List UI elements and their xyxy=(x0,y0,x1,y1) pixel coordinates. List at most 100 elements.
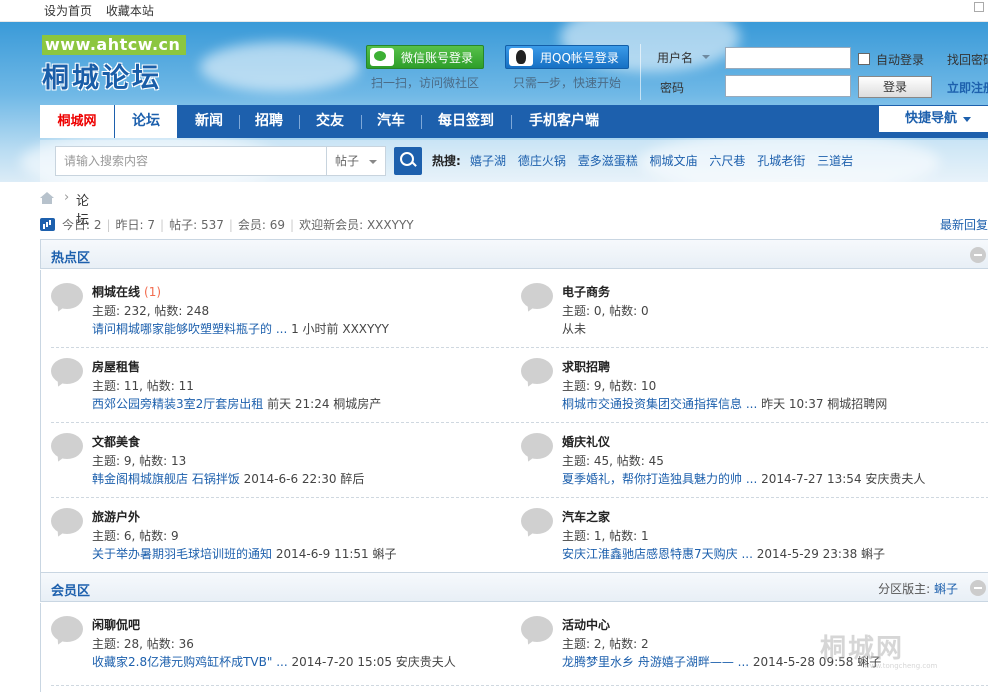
hot-search-link[interactable]: 六尺巷 xyxy=(709,154,745,168)
forum-item: 求职招聘 主题: 9, 帖数: 10 桐城市交通投资集团交通指挥信息 ... 昨… xyxy=(511,347,981,422)
forum-name[interactable]: 闲聊侃吧 xyxy=(92,616,144,633)
find-password-link[interactable]: 找回密码 xyxy=(947,51,988,68)
moderator-label: 分区版主: xyxy=(878,582,934,596)
nav-item-dating[interactable]: 交友 xyxy=(300,105,360,138)
hot-search-link[interactable]: 三道岩 xyxy=(817,154,853,168)
section-title[interactable]: 会员区 xyxy=(51,580,90,599)
stat-yesterday: 昨日: 7 xyxy=(115,218,156,232)
search-icon[interactable] xyxy=(394,147,422,175)
last-post-link[interactable]: 西郊公园旁精装3室2厅套房出租 xyxy=(92,397,263,411)
forum-name[interactable]: 房屋租售 xyxy=(92,358,144,375)
forum-last-post: 请问桐城哪家能够吹塑塑料瓶子的 ... 1 小时前 XXXYYY xyxy=(92,320,389,337)
hot-search-link[interactable]: 德庄火锅 xyxy=(518,154,566,168)
home-icon[interactable] xyxy=(40,192,54,204)
bookmark-link[interactable]: 收藏本站 xyxy=(106,4,154,18)
auto-login-checkbox[interactable] xyxy=(858,53,870,65)
forum-stats: 今日: 2 | 昨日: 7 | 帖子: 537 | 会员: 69 | 欢迎新会员: XXXYYY… xyxy=(40,216,988,232)
nav-item-home[interactable]: 桐城网 xyxy=(40,105,114,138)
stats-bars-icon xyxy=(40,218,55,231)
username-label-text: 用户名 xyxy=(657,51,694,65)
forum-counts: 主题: 9, 帖数: 10 xyxy=(562,379,657,393)
collapse-icon[interactable] xyxy=(970,247,986,263)
forum-name-text: 活动中心 xyxy=(562,618,611,632)
qq-login-button[interactable]: 用QQ帐号登录 xyxy=(505,45,629,69)
forum-item: 文都美食 主题: 9, 帖数: 13 韩金阁桐城旗舰店 石锅拌饭 2014-6-… xyxy=(41,422,511,497)
forum-name-text: 文都美食 xyxy=(92,435,141,449)
logo-title[interactable]: 桐城论坛 xyxy=(42,56,162,95)
last-post-link[interactable]: 安庆江淮鑫驰店感恩特惠7天购庆 ... xyxy=(562,547,753,561)
last-post-link[interactable]: 夏季婚礼，帮你打造独具魅力的帅 ... xyxy=(562,472,757,486)
forum-counts: 主题: 0, 帖数: 0 xyxy=(562,304,649,318)
hot-search-link[interactable]: 桐城文庙 xyxy=(650,154,698,168)
search-input[interactable]: 请输入搜索内容 xyxy=(55,146,327,176)
forum-name[interactable]: 活动中心 xyxy=(562,616,614,633)
forum-item: 汽车之家 主题: 1, 帖数: 1 安庆江淮鑫驰店感恩特惠7天购庆 ... 20… xyxy=(511,497,981,572)
password-label: 密码 xyxy=(660,81,685,95)
stat-members: 会员: 69 xyxy=(237,218,286,232)
last-post-meta: 2014-7-27 13:54 安庆贵夫人 xyxy=(757,472,926,486)
last-post-link[interactable]: 关于举办暑期羽毛球培训班的通知 xyxy=(92,547,272,561)
last-post-meta: 2014-6-9 11:51 蝌子 xyxy=(272,547,397,561)
hot-search-link[interactable]: 壹多滋蛋糕 xyxy=(578,154,638,168)
last-post-link[interactable]: 桐城市交通投资集团交通指挥信息 ... xyxy=(562,397,757,411)
nav-item-mobile-app[interactable]: 手机客户端 xyxy=(512,105,616,138)
forum-name[interactable]: 文都美食 xyxy=(92,433,144,450)
forum-bubble-icon xyxy=(51,358,83,384)
forum-name[interactable]: 汽车之家 xyxy=(562,508,614,525)
forum-item: 电子商务 主题: 0, 帖数: 0 从未 xyxy=(511,272,981,347)
username-label[interactable]: 用户名 xyxy=(657,49,710,66)
forum-name[interactable]: 求职招聘 xyxy=(562,358,614,375)
last-post-meta: 2014-7-20 15:05 安庆贵夫人 xyxy=(287,655,456,669)
watermark-url: www.tongcheng.com xyxy=(864,662,938,670)
stat-welcome[interactable]: 欢迎新会员: XXXYYY xyxy=(299,218,414,232)
forum-bubble-icon xyxy=(51,433,83,459)
latest-replies-link[interactable]: 最新回复 xyxy=(940,216,988,233)
forum-last-post: 西郊公园旁精装3室2厅套房出租 前天 21:24 桐城房产 xyxy=(92,395,381,412)
nav-item-news[interactable]: 新闻 xyxy=(180,105,238,138)
forum-bubble-icon xyxy=(521,508,553,534)
last-post-link[interactable]: 请问桐城哪家能够吹塑塑料瓶子的 ... xyxy=(92,322,287,336)
forum-name[interactable]: 电子商务 xyxy=(562,283,614,300)
nav-item-cars[interactable]: 汽车 xyxy=(362,105,420,138)
quick-nav-button[interactable]: 快捷导航 xyxy=(879,106,988,132)
hot-search-link[interactable]: 嬉子湖 xyxy=(470,154,506,168)
last-post-link[interactable]: 收藏家2.8亿港元购鸡缸杯成TVB" ... xyxy=(92,655,288,669)
last-post-meta: 2014-5-29 23:38 蝌子 xyxy=(752,547,886,561)
nav-item-checkin[interactable]: 每日签到 xyxy=(422,105,510,138)
login-button[interactable]: 登录 xyxy=(858,76,932,98)
wechat-login-hint[interactable]: 扫一扫，访问微社区 xyxy=(371,74,479,91)
forum-name[interactable]: 婚庆礼仪 xyxy=(562,433,614,450)
last-post-link[interactable]: 龙腾梦里水乡 舟游嬉子湖畔—— ... xyxy=(562,655,749,669)
search-type-select[interactable]: 帖子 xyxy=(326,146,386,176)
site-watermark: 桐城网 www.tongcheng.com xyxy=(820,628,937,670)
forum-bubble-icon xyxy=(521,358,553,384)
hot-search-link[interactable]: 孔城老街 xyxy=(757,154,805,168)
watermark-name: 桐城网 xyxy=(820,634,905,664)
forum-name[interactable]: 旅游户外 xyxy=(92,508,144,525)
moderator-link[interactable]: 蝌子 xyxy=(934,582,958,596)
section-title[interactable]: 热点区 xyxy=(51,247,90,266)
last-post-link[interactable]: 韩金阁桐城旗舰店 石锅拌饭 xyxy=(92,472,240,486)
breadcrumb-separator: › xyxy=(64,190,70,205)
stat-today: 今日: 2 xyxy=(62,218,102,232)
forum-name[interactable]: 桐城在线 (1) xyxy=(92,283,161,300)
forum-bubble-icon xyxy=(521,433,553,459)
forum-name-text: 桐城在线 xyxy=(92,285,141,299)
section-moderator: 分区版主: 蝌子 xyxy=(878,580,958,597)
forum-last-post: 从未 xyxy=(562,320,586,337)
register-link[interactable]: 立即注册 xyxy=(947,79,988,96)
forum-item: 房屋租售 主题: 11, 帖数: 11 西郊公园旁精装3室2厅套房出租 前天 2… xyxy=(41,347,511,422)
auto-login-label[interactable]: 自动登录 xyxy=(876,51,924,68)
password-input[interactable] xyxy=(725,75,851,97)
username-input[interactable] xyxy=(725,47,851,69)
window-control-icon[interactable] xyxy=(974,2,984,12)
qq-login-label: 用QQ帐号登录 xyxy=(540,51,619,65)
logo-url[interactable]: www.ahtcw.cn xyxy=(42,35,186,55)
last-post-meta: 2014-6-6 22:30 醉后 xyxy=(239,472,365,486)
wechat-login-button[interactable]: 微信账号登录 xyxy=(366,45,484,69)
collapse-icon[interactable] xyxy=(970,580,986,596)
nav-item-jobs[interactable]: 招聘 xyxy=(240,105,298,138)
nav-item-forum[interactable]: 论坛 xyxy=(115,105,177,138)
forum-bubble-icon xyxy=(521,283,553,309)
set-homepage-link[interactable]: 设为首页 xyxy=(44,4,92,18)
